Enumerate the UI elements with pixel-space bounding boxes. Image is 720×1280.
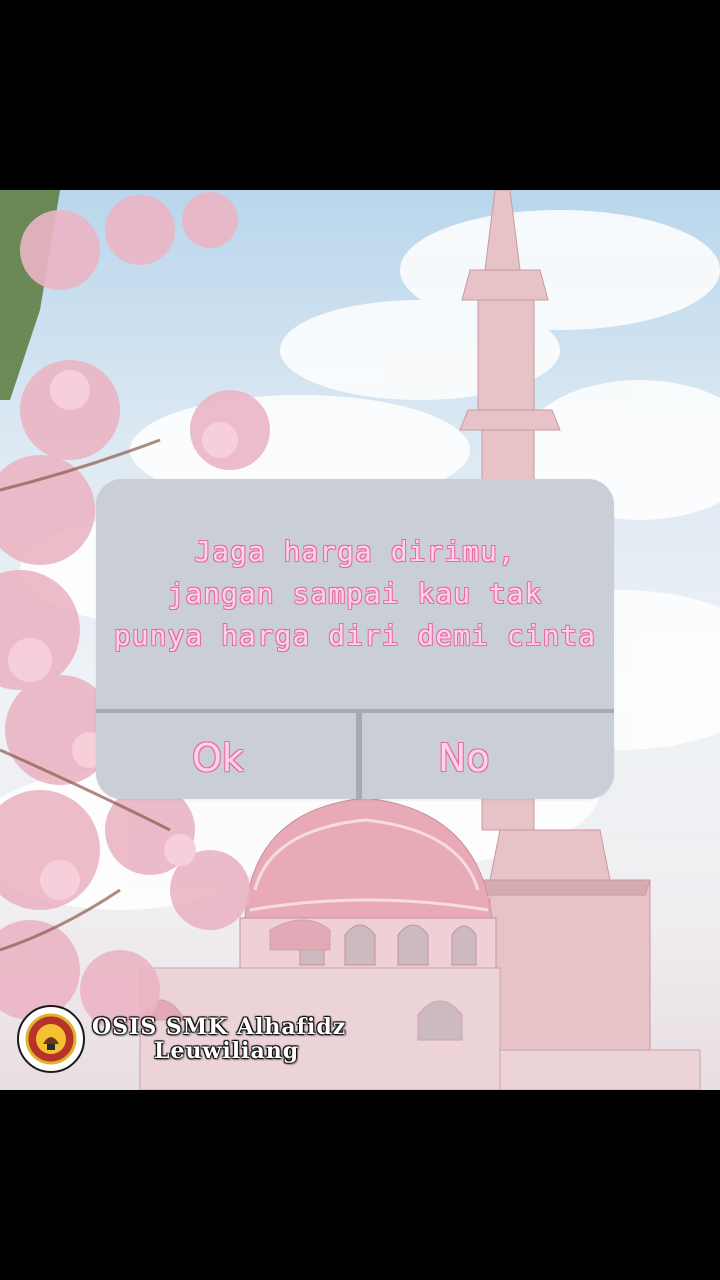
osis-seal-logo xyxy=(17,1005,85,1073)
no-button[interactable]: No xyxy=(362,713,614,799)
watermark-text: OSIS SMK Alhafidz Leuwiliang xyxy=(92,1015,346,1063)
alert-dialog: Jaga harga dirimu, jangan sampai kau tak… xyxy=(96,479,614,799)
message-line-3: punya harga diri demi cinta xyxy=(113,619,597,652)
dialog-message: Jaga harga dirimu, jangan sampai kau tak… xyxy=(96,479,614,709)
watermark-line-1: OSIS SMK Alhafidz xyxy=(92,1014,347,1040)
message-line-1: Jaga harga dirimu, xyxy=(194,535,516,568)
watermark: OSIS SMK Alhafidz Leuwiliang xyxy=(16,1004,346,1074)
ok-button[interactable]: Ok xyxy=(96,713,356,799)
watermark-line-2: Leuwiliang xyxy=(154,1038,300,1064)
message-line-2: jangan sampai kau tak xyxy=(167,577,543,610)
